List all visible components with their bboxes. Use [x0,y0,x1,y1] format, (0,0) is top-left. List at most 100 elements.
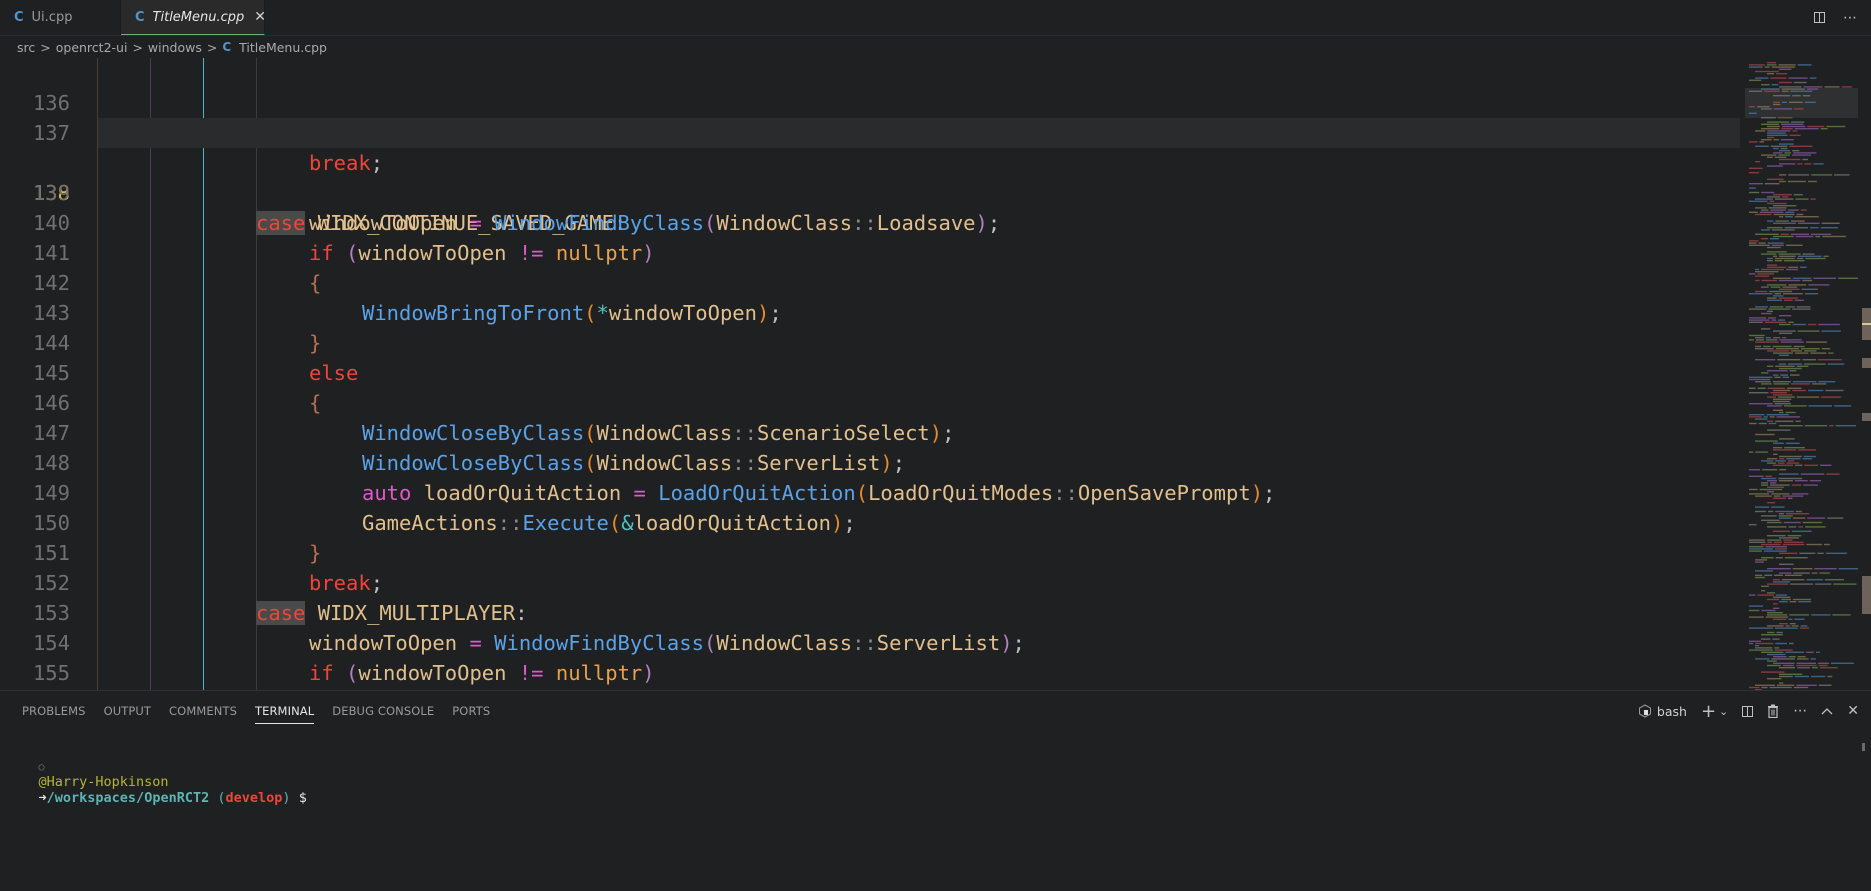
minimap-code-line [1791,493,1809,495]
minimap-code-line [1755,198,1773,200]
overview-ruler-scrollbar[interactable] [1862,58,1871,690]
tab-terminal[interactable]: TERMINAL [246,691,323,731]
minimap-code-line [1755,339,1765,341]
minimap-code-line [1755,359,1776,361]
minimap-code-line [1815,235,1821,238]
minimap-code-line [1767,592,1776,594]
code-editor[interactable]: 136 } 137 break; 138 case WIDX_CONTINUE_… [0,58,1740,690]
minimap-code-line [1768,422,1777,425]
tab-problems[interactable]: PROBLEMS [13,691,95,731]
terminal-scrollbar[interactable] [1862,743,1865,751]
minimap[interactable] [1745,58,1858,690]
minimap-code-line [1767,297,1777,299]
minimap-code-line [1828,352,1834,354]
minimap-code-line [1772,638,1780,640]
minimap-code-line [1786,462,1800,464]
minimap-code-line [1749,319,1770,321]
minimap-code-line [1776,631,1783,634]
minimap-code-line [1763,550,1787,552]
maximize-panel-icon[interactable] [1821,707,1833,715]
minimap-code-line [1779,143,1794,145]
more-actions-icon[interactable]: ⋯ [1843,10,1857,26]
minimap-code-line [1767,136,1775,139]
minimap-code-line [1783,539,1793,541]
minimap-code-line [1767,370,1788,372]
minimap-code-line [1782,495,1804,497]
minimap-code-line [1749,403,1773,405]
tab-output[interactable]: OUTPUT [95,691,160,731]
breadcrumb-item-src[interactable]: src [17,40,35,55]
chevron-right-icon: > [40,39,51,55]
minimap-code-line [1767,227,1783,229]
minimap-code-line [1761,609,1776,612]
minimap-code-line [1761,671,1785,673]
command-status-icon: ○ [38,762,45,773]
panel-tabs: PROBLEMS OUTPUT COMMENTS TERMINAL DEBUG … [13,691,499,731]
minimap-code-line [1802,279,1813,282]
minimap-code-line [1767,73,1775,75]
minimap-code-line [1773,213,1795,216]
minimap-code-line [1779,367,1802,370]
minimap-code-line [1779,86,1802,88]
minimap-code-line [1788,321,1794,323]
minimap-code-line [1749,200,1768,202]
trash-icon[interactable] [1767,704,1779,718]
minimap-code-line [1803,455,1817,458]
minimap-code-line [1800,209,1807,211]
new-terminal-icon[interactable]: + [1701,701,1716,722]
minimap-code-line [1793,194,1803,196]
minimap-code-line [1773,662,1795,664]
chevron-down-icon[interactable]: ⌄ [1719,705,1728,718]
minimap-code-line [1776,416,1801,418]
editor-actions: ⋯ [1814,0,1857,35]
close-icon[interactable]: ✕ [254,9,266,25]
minimap-code-line [1773,449,1797,451]
minimap-code-line [1758,242,1766,244]
minimap-code-line [1749,339,1754,341]
minimap-code-line [1797,656,1806,658]
minimap-code-line [1785,442,1800,444]
code-line: 146 WindowCloseByClass(WindowClass::Scen… [0,358,1740,445]
tab-titlemenu-cpp[interactable]: C TitleMenu.cpp ✕ [121,0,266,35]
split-terminal-icon[interactable] [1742,705,1754,717]
minimap-code-line [1795,464,1803,466]
shell-name: bash [1656,703,1687,719]
minimap-code-line [1773,337,1781,339]
tab-debug-console[interactable]: DEBUG CONSOLE [323,691,443,731]
close-panel-icon[interactable]: ✕ [1847,703,1859,719]
breadcrumb-item-windows[interactable]: windows [148,40,202,55]
minimap-code-line [1777,117,1793,119]
terminal-selector[interactable]: bash [1638,704,1687,719]
minimap-code-line [1770,482,1777,484]
tab-ports[interactable]: PORTS [443,691,499,731]
minimap-code-line [1767,396,1776,398]
tab-comments[interactable]: COMMENTS [160,691,246,731]
minimap-code-line [1771,658,1795,660]
minimap-code-line [1773,530,1790,532]
minimap-code-line [1781,598,1791,601]
minimap-code-line [1795,420,1801,422]
code-line: 154 if (windowToOpen != nullptr) [0,598,1740,685]
minimap-code-line [1776,73,1788,75]
minimap-code-line [1773,618,1787,620]
minimap-code-line [1779,623,1788,625]
breadcrumb-item-openrct2-ui[interactable]: openrct2-ui [56,40,128,55]
minimap-code-line [1749,317,1767,319]
minimap-code-line [1775,510,1794,513]
minimap-code-line [1749,334,1765,337]
minimap-code-line [1807,323,1817,326]
tab-ui-cpp[interactable]: C Ui.cpp [0,0,121,35]
minimap-code-line [1810,227,1819,229]
cpp-file-icon: C [14,10,24,25]
minimap-code-line [1777,359,1801,361]
more-actions-icon[interactable]: ⋯ [1793,703,1807,719]
split-editor-icon[interactable] [1814,12,1825,23]
breadcrumb-item-file[interactable]: TitleMenu.cpp [239,40,327,55]
minimap-code-line [1808,180,1817,183]
minimap-code-line [1797,658,1809,660]
minimap-code-line [1786,458,1801,460]
terminal-prompt[interactable]: ○ @Harry-Hopkinson ➜/workspaces/OpenRCT2… [6,742,307,822]
minimap-code-line [1779,425,1803,427]
minimap-code-line [1755,279,1760,282]
minimap-code-line [1771,506,1785,508]
